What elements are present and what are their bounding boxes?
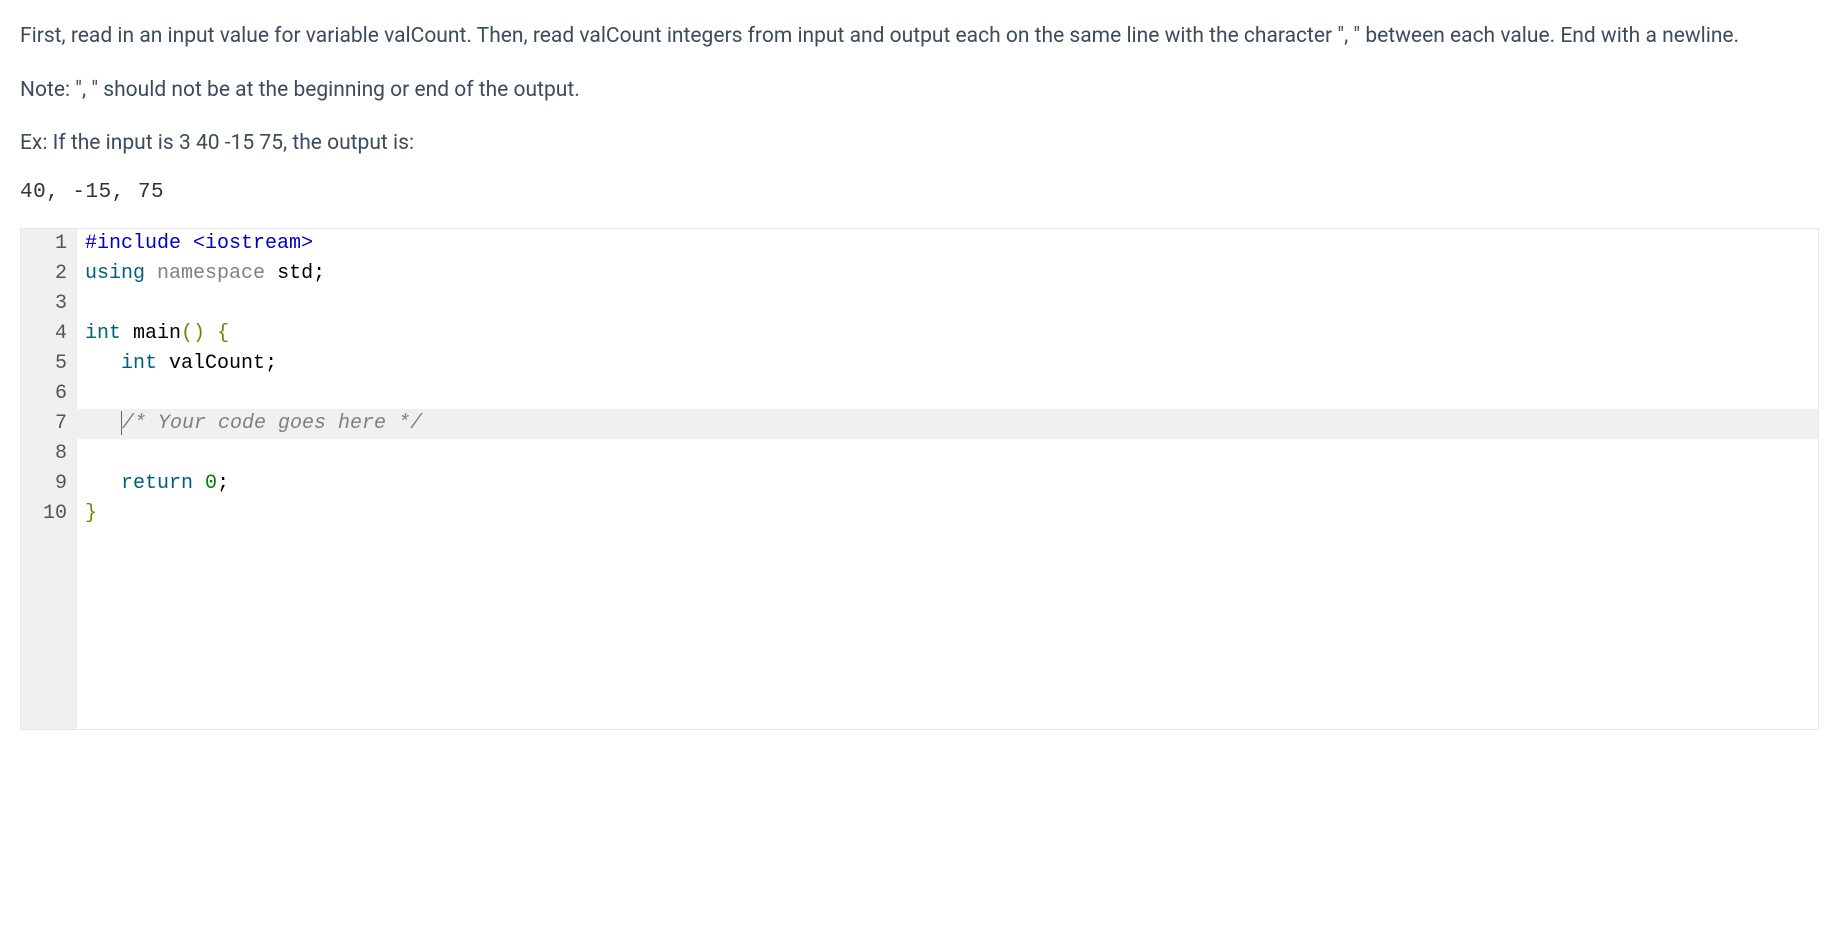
code-token: ; — [217, 472, 229, 495]
line-content[interactable]: int valCount; — [77, 349, 1818, 379]
problem-description: First, read in an input value for variab… — [20, 20, 1819, 161]
line-content[interactable]: } — [77, 499, 1818, 529]
code-token — [157, 352, 169, 375]
code-line[interactable]: 8 — [21, 439, 1818, 469]
line-number: 5 — [21, 349, 77, 379]
code-line[interactable]: 2using namespace std; — [21, 259, 1818, 289]
code-token: valCount — [169, 352, 265, 375]
code-token: 0 — [205, 472, 217, 495]
line-content[interactable]: using namespace std; — [77, 259, 1818, 289]
line-number: 4 — [21, 319, 77, 349]
code-token — [145, 262, 157, 285]
line-content[interactable] — [77, 289, 1818, 319]
line-content[interactable]: int main() { — [77, 319, 1818, 349]
code-token — [265, 262, 277, 285]
code-token: <iostream> — [193, 232, 313, 255]
line-content[interactable]: /* Your code goes here */ — [77, 409, 1818, 439]
line-number: 10 — [21, 499, 77, 529]
code-token: using — [85, 262, 145, 285]
code-token — [85, 352, 121, 375]
code-token — [193, 472, 205, 495]
code-token: return — [121, 472, 193, 495]
line-content[interactable] — [77, 439, 1818, 469]
example-output: 40, -15, 75 — [20, 181, 1819, 204]
line-number: 7 — [21, 409, 77, 439]
code-token — [181, 232, 193, 255]
code-token: ; — [313, 262, 325, 285]
line-number: 3 — [21, 289, 77, 319]
code-token — [85, 472, 121, 495]
code-token — [205, 322, 217, 345]
code-line[interactable]: 1#include <iostream> — [21, 229, 1818, 259]
code-line[interactable]: 6 — [21, 379, 1818, 409]
problem-paragraph-2: Note: ", " should not be at the beginnin… — [20, 74, 1819, 108]
code-token: main — [133, 322, 181, 345]
code-token: std — [277, 262, 313, 285]
line-number: 1 — [21, 229, 77, 259]
code-token — [85, 412, 121, 435]
code-token: () — [181, 322, 205, 345]
line-number: 8 — [21, 439, 77, 469]
code-token — [121, 322, 133, 345]
code-token: #include — [85, 232, 181, 255]
line-content[interactable]: return 0; — [77, 469, 1818, 499]
code-token: ; — [265, 352, 277, 375]
code-editor[interactable]: 1#include <iostream>2using namespace std… — [20, 228, 1819, 730]
code-token: int — [121, 352, 157, 375]
editor-empty-space — [21, 529, 1818, 729]
problem-paragraph-1: First, read in an input value for variab… — [20, 20, 1819, 54]
code-line[interactable]: 9 return 0; — [21, 469, 1818, 499]
line-number: 2 — [21, 259, 77, 289]
code-token: } — [85, 502, 97, 525]
problem-paragraph-3: Ex: If the input is 3 40 -15 75, the out… — [20, 127, 1819, 161]
code-line[interactable]: 10} — [21, 499, 1818, 529]
line-content[interactable] — [77, 379, 1818, 409]
line-number: 9 — [21, 469, 77, 499]
code-line[interactable]: 7 /* Your code goes here */ — [21, 409, 1818, 439]
code-token: namespace — [157, 262, 265, 285]
code-line[interactable]: 5 int valCount; — [21, 349, 1818, 379]
code-token: /* Your code goes here */ — [122, 412, 422, 435]
code-token: int — [85, 322, 121, 345]
code-token: { — [217, 322, 229, 345]
code-line[interactable]: 4int main() { — [21, 319, 1818, 349]
line-content[interactable]: #include <iostream> — [77, 229, 1818, 259]
code-line[interactable]: 3 — [21, 289, 1818, 319]
line-number: 6 — [21, 379, 77, 409]
